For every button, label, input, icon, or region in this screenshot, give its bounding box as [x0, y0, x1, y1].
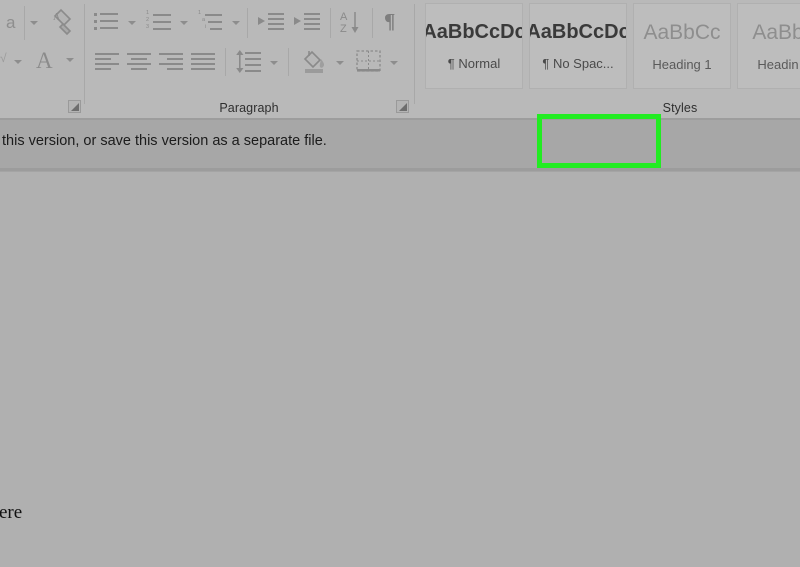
align-center-button[interactable]	[126, 50, 154, 74]
align-right-icon	[159, 53, 183, 70]
font-color-swatch-button[interactable]: √	[0, 48, 30, 74]
decrease-indent-icon	[258, 13, 284, 30]
sort-button[interactable]: A Z	[338, 8, 366, 36]
increase-indent-button[interactable]	[292, 10, 322, 34]
styles-group-label: Styles	[662, 101, 698, 115]
font-dialog-launcher[interactable]	[68, 100, 81, 113]
borders-dropdown[interactable]	[388, 58, 400, 68]
multilevel-list-button[interactable]: 1 a i	[198, 8, 228, 36]
chevron-down-icon	[270, 61, 278, 65]
format-painter-button[interactable]: A	[46, 6, 80, 40]
pilcrow-icon: ¶	[384, 9, 396, 33]
divider	[225, 48, 226, 76]
justify-button[interactable]	[190, 50, 218, 74]
chevron-down-icon	[128, 21, 136, 25]
style-sample: AaBbCc	[643, 20, 721, 44]
group-divider	[84, 4, 85, 104]
chevron-down-icon	[66, 58, 74, 62]
style-sample: AaBbCcDc	[529, 21, 627, 43]
show-formatting-marks-button[interactable]: ¶	[380, 8, 404, 36]
style-name: ¶ Normal	[447, 56, 501, 71]
divider	[372, 8, 373, 38]
numbering-dropdown[interactable]	[178, 18, 190, 28]
svg-text:A: A	[340, 11, 348, 23]
multilevel-list-dropdown[interactable]	[230, 18, 242, 28]
document-text: ere	[0, 502, 23, 523]
message-bar-text: this version, or save this version as a …	[2, 133, 327, 149]
shading-button[interactable]	[298, 46, 330, 76]
text-highlight-icon: a	[6, 13, 16, 32]
bullets-button[interactable]	[94, 8, 124, 36]
document-top-edge	[0, 171, 800, 172]
increase-indent-icon	[294, 13, 320, 30]
align-right-button[interactable]	[158, 50, 186, 74]
group-divider	[414, 4, 415, 104]
svg-text:A: A	[53, 12, 61, 23]
paint-bucket-icon	[303, 50, 325, 73]
divider	[247, 8, 248, 38]
align-left-button[interactable]	[94, 50, 122, 74]
style-name: Headin	[757, 56, 799, 72]
text-highlight-color-button[interactable]: a	[0, 10, 44, 36]
style-item-normal[interactable]: AaBbCcDc ¶ Normal	[425, 3, 523, 89]
app-window: a A √ A 1 2 3 1 a i A Z ¶ Paragraph AaBb…	[0, 0, 800, 567]
font-color-icon: A	[36, 48, 53, 73]
line-spacing-dropdown[interactable]	[268, 58, 280, 68]
underline-mark-icon: √	[0, 51, 7, 65]
divider	[24, 6, 25, 40]
chevron-down-icon	[30, 21, 38, 25]
font-color-button[interactable]: A	[32, 46, 78, 74]
sort-az-icon: A Z	[340, 11, 359, 35]
format-painter-icon: A	[53, 8, 72, 36]
svg-text:Z: Z	[340, 23, 347, 35]
chevron-down-icon	[14, 60, 22, 64]
paragraph-group-label: Paragraph	[219, 101, 279, 115]
justify-icon	[191, 53, 215, 70]
style-item-no-spacing[interactable]: AaBbCcDc ¶ No Spac...	[529, 3, 627, 89]
style-name: ¶ No Spac...	[542, 56, 614, 71]
align-left-icon	[95, 53, 119, 70]
numbering-button[interactable]: 1 2 3	[146, 8, 176, 36]
borders-icon	[356, 50, 381, 72]
divider	[330, 8, 331, 38]
version-message-bar: this version, or save this version as a …	[0, 120, 800, 277]
style-item-heading-1[interactable]: AaBbCc Heading 1	[633, 3, 731, 89]
divider	[288, 48, 289, 76]
chevron-down-icon	[232, 21, 240, 25]
chevron-down-icon	[180, 21, 188, 25]
style-sample: AaBbCcDc	[425, 21, 523, 43]
borders-button[interactable]	[354, 48, 384, 76]
decrease-indent-button[interactable]	[256, 10, 286, 34]
align-center-icon	[127, 53, 151, 70]
chevron-down-icon	[336, 61, 344, 65]
bullets-dropdown[interactable]	[126, 18, 138, 28]
style-name: Heading 1	[652, 56, 712, 72]
shading-dropdown[interactable]	[334, 58, 346, 68]
line-spacing-icon	[236, 50, 261, 73]
ribbon: a A √ A 1 2 3 1 a i A Z ¶ Paragraph AaBb…	[0, 0, 800, 120]
style-sample: AaBb	[752, 20, 800, 44]
line-spacing-button[interactable]	[234, 48, 264, 76]
chevron-down-icon	[390, 61, 398, 65]
document-canvas[interactable]: ere	[0, 171, 800, 567]
style-item-heading-2[interactable]: AaBb Headin	[737, 3, 800, 89]
